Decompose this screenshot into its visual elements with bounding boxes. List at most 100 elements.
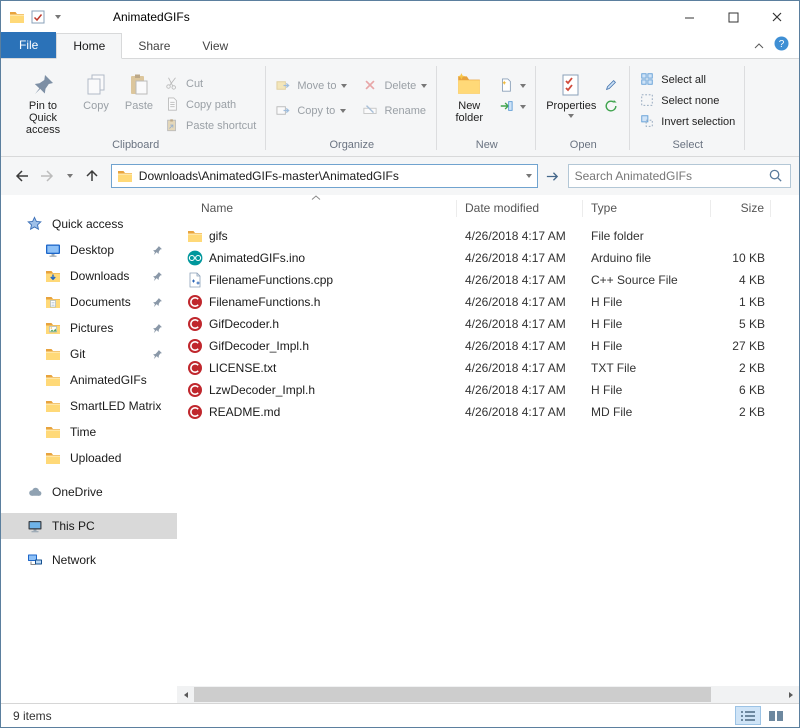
tab-home[interactable]: Home bbox=[56, 33, 122, 59]
folder-icon bbox=[45, 424, 61, 440]
copy-button[interactable]: Copy bbox=[75, 63, 117, 112]
group-label-open: Open bbox=[542, 139, 624, 156]
documents-icon bbox=[45, 294, 61, 310]
ribbon-group-new: New folder New bbox=[437, 61, 536, 156]
folder-icon bbox=[45, 450, 61, 466]
select-all-button[interactable]: Select all bbox=[636, 69, 739, 90]
column-header-size[interactable]: Size bbox=[711, 200, 771, 217]
sidebar-item-documents[interactable]: Documents bbox=[1, 289, 177, 315]
search-box[interactable] bbox=[568, 164, 791, 188]
forward-button[interactable] bbox=[36, 164, 60, 188]
properties-dropdown-icon bbox=[568, 114, 574, 118]
pinned-icon bbox=[152, 245, 163, 256]
sidebar-item-onedrive[interactable]: OneDrive bbox=[1, 479, 177, 505]
file-row-license-txt[interactable]: LICENSE.txt 4/26/2018 4:17 AM TXT File 2… bbox=[177, 357, 799, 379]
sidebar-item-git[interactable]: Git bbox=[1, 341, 177, 367]
sidebar-item-desktop[interactable]: Desktop bbox=[1, 237, 177, 263]
sidebar-item-downloads[interactable]: Downloads bbox=[1, 263, 177, 289]
properties-button[interactable]: Properties bbox=[542, 63, 600, 118]
ribbon-group-organize: Move to Delete Copy to bbox=[266, 61, 437, 156]
h-file-icon bbox=[187, 338, 203, 354]
file-row-filenamefunctions-cpp[interactable]: FilenameFunctions.cpp 4/26/2018 4:17 AM … bbox=[177, 269, 799, 291]
ribbon-tab-bar: File Home Share View ? bbox=[1, 33, 799, 59]
cut-button[interactable]: Cut bbox=[161, 73, 260, 94]
address-dropdown-icon[interactable] bbox=[526, 174, 532, 178]
qat-properties-button[interactable] bbox=[30, 9, 46, 25]
tab-view[interactable]: View bbox=[186, 34, 244, 58]
file-row-gifs[interactable]: gifs 4/26/2018 4:17 AM File folder bbox=[177, 225, 799, 247]
close-button[interactable] bbox=[755, 1, 799, 33]
pin-to-quick-access-button[interactable]: Pin to Quick access bbox=[11, 63, 75, 136]
recent-locations-chevron-icon[interactable] bbox=[63, 164, 77, 188]
address-bar[interactable]: Downloads\AnimatedGIFs-master\AnimatedGI… bbox=[111, 164, 538, 188]
address-bar-row: Downloads\AnimatedGIFs-master\AnimatedGI… bbox=[1, 157, 799, 195]
paste-button[interactable]: Paste bbox=[117, 63, 161, 112]
file-row-gifdecoder-h[interactable]: GifDecoder.h 4/26/2018 4:17 AM H File 5 … bbox=[177, 313, 799, 335]
thumbnails-view-button[interactable] bbox=[763, 706, 789, 725]
go-refresh-button[interactable] bbox=[541, 164, 565, 188]
scroll-left-arrow-icon[interactable] bbox=[177, 686, 194, 703]
minimize-button[interactable] bbox=[667, 1, 711, 33]
h-file-icon bbox=[187, 316, 203, 332]
scrollbar-thumb[interactable] bbox=[194, 687, 711, 702]
copy-to-button[interactable]: Copy to bbox=[272, 100, 351, 121]
edit-button[interactable] bbox=[600, 75, 624, 96]
new-item-button[interactable] bbox=[495, 75, 530, 96]
delete-button[interactable]: Delete bbox=[359, 75, 431, 96]
sidebar-item-time[interactable]: Time bbox=[1, 419, 177, 445]
sidebar-item-animatedgifs[interactable]: AnimatedGIFs bbox=[1, 367, 177, 393]
sidebar-item-smartled-matrix[interactable]: SmartLED Matrix bbox=[1, 393, 177, 419]
delete-dropdown-icon bbox=[421, 84, 427, 88]
group-label-select: Select bbox=[636, 139, 739, 156]
file-row-gifdecoder-impl-h[interactable]: GifDecoder_Impl.h 4/26/2018 4:17 AM H Fi… bbox=[177, 335, 799, 357]
new-folder-button[interactable]: New folder bbox=[443, 63, 495, 124]
pictures-icon bbox=[45, 320, 61, 336]
file-row-lzwdecoder-impl-h[interactable]: LzwDecoder_Impl.h 4/26/2018 4:17 AM H Fi… bbox=[177, 379, 799, 401]
qat-customize-chevron-icon[interactable] bbox=[55, 15, 61, 19]
move-to-button[interactable]: Move to bbox=[272, 75, 351, 96]
tab-file[interactable]: File bbox=[1, 32, 56, 58]
rename-button[interactable]: Rename bbox=[359, 100, 431, 121]
minimize-ribbon-icon[interactable] bbox=[754, 38, 764, 52]
search-icon[interactable] bbox=[768, 168, 784, 184]
details-view-button[interactable] bbox=[735, 706, 761, 725]
h-file-icon bbox=[187, 294, 203, 310]
group-label-organize: Organize bbox=[272, 139, 431, 156]
sidebar-item-quick-access[interactable]: Quick access bbox=[1, 211, 177, 237]
back-button[interactable] bbox=[9, 164, 33, 188]
column-header-type[interactable]: Type bbox=[583, 200, 711, 217]
tab-share[interactable]: Share bbox=[122, 34, 186, 58]
sidebar-item-uploaded[interactable]: Uploaded bbox=[1, 445, 177, 471]
scrollbar-track[interactable] bbox=[194, 686, 782, 703]
sidebar-item-pictures[interactable]: Pictures bbox=[1, 315, 177, 341]
h-file-icon bbox=[187, 382, 203, 398]
sidebar-item-network[interactable]: Network bbox=[1, 547, 177, 573]
sidebar-item-this-pc[interactable]: This PC bbox=[1, 513, 177, 539]
easy-access-button[interactable] bbox=[495, 96, 530, 117]
column-header-name[interactable]: Name bbox=[177, 200, 457, 217]
maximize-button[interactable] bbox=[711, 1, 755, 33]
file-row-filenamefunctions-h[interactable]: FilenameFunctions.h 4/26/2018 4:17 AM H … bbox=[177, 291, 799, 313]
select-none-icon bbox=[640, 93, 656, 109]
select-none-button[interactable]: Select none bbox=[636, 90, 739, 111]
help-icon[interactable]: ? bbox=[774, 36, 789, 54]
search-input[interactable] bbox=[575, 169, 764, 183]
file-row-animatedgifs-ino[interactable]: AnimatedGIFs.ino 4/26/2018 4:17 AM Ardui… bbox=[177, 247, 799, 269]
file-row-readme-md[interactable]: README.md 4/26/2018 4:17 AM MD File 2 KB bbox=[177, 401, 799, 423]
md-file-icon bbox=[187, 404, 203, 420]
group-label-clipboard: Clipboard bbox=[11, 139, 260, 156]
cpp-file-icon bbox=[187, 272, 203, 288]
paste-shortcut-button[interactable]: Paste shortcut bbox=[161, 115, 260, 136]
window-controls bbox=[667, 1, 799, 33]
column-header-date-modified[interactable]: Date modified bbox=[457, 200, 583, 217]
invert-selection-button[interactable]: Invert selection bbox=[636, 111, 739, 132]
onedrive-cloud-icon bbox=[27, 484, 43, 500]
new-item-icon bbox=[499, 78, 515, 94]
group-label-new: New bbox=[443, 139, 530, 156]
copy-path-button[interactable]: Copy path bbox=[161, 94, 260, 115]
up-button[interactable] bbox=[80, 164, 104, 188]
horizontal-scrollbar[interactable] bbox=[177, 686, 799, 703]
history-button[interactable] bbox=[600, 96, 624, 117]
scroll-right-arrow-icon[interactable] bbox=[782, 686, 799, 703]
file-rows: gifs 4/26/2018 4:17 AM File folder Anima… bbox=[177, 221, 799, 703]
